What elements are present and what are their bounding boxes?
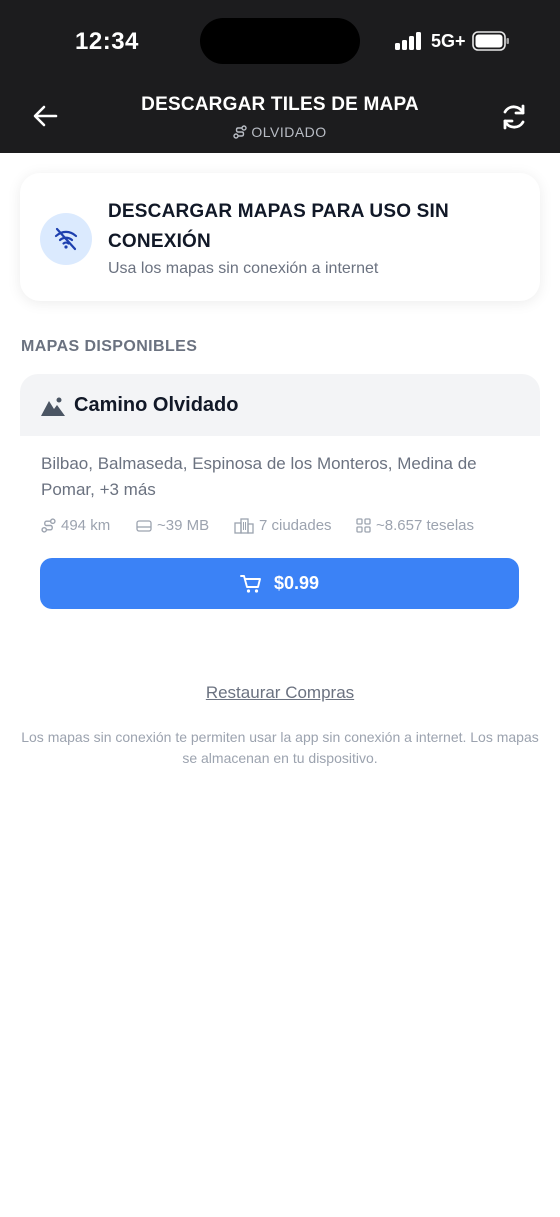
stat-size-label: ~39 MB xyxy=(157,517,210,534)
status-time: 12:34 xyxy=(75,28,139,55)
map-card: Camino Olvidado Bilbao, Balmaseda, Espin… xyxy=(20,374,540,614)
refresh-icon[interactable] xyxy=(498,101,530,133)
stat-tiles: ~8.657 teselas xyxy=(356,517,474,534)
info-card-title: DESCARGAR MAPAS PARA USO SIN CONEXIÓN xyxy=(108,201,449,252)
stat-distance-label: 494 km xyxy=(61,517,111,534)
mountain-icon xyxy=(41,397,65,416)
route-icon xyxy=(41,518,56,533)
page-subtitle: OLVIDADO xyxy=(100,124,460,140)
stat-cities: 7 ciudades xyxy=(234,517,332,534)
top-bar: 12:34 5G+ DESCARGAR TILES DE MAPA OLVIDA… xyxy=(0,0,560,153)
map-cities: Bilbao, Balmaseda, Espinosa de los Monte… xyxy=(41,454,477,499)
hard-drive-icon xyxy=(136,519,152,532)
page-title: DESCARGAR TILES DE MAPA xyxy=(141,94,419,115)
footnote: Los mapas sin conexión te permiten usar … xyxy=(21,729,539,766)
stat-tiles-label: ~8.657 teselas xyxy=(376,517,474,534)
wifi-off-icon xyxy=(54,227,78,251)
dynamic-island xyxy=(200,18,360,64)
status-bar: 12:34 5G+ xyxy=(0,0,560,84)
restore-purchases-link[interactable]: Restaurar Compras xyxy=(0,683,560,703)
buy-price: $0.99 xyxy=(273,573,320,593)
city-icon xyxy=(234,517,254,534)
tiles-icon xyxy=(356,518,371,533)
route-icon xyxy=(233,125,248,139)
offline-info-card: DESCARGAR MAPAS PARA USO SIN CONEXIÓN Us… xyxy=(20,173,540,301)
map-name: Camino Olvidado xyxy=(74,394,239,416)
info-card-subtitle: Usa los mapas sin conexión a internet xyxy=(108,260,379,277)
arrow-left-icon[interactable] xyxy=(30,101,60,131)
buy-button[interactable]: $0.99 xyxy=(40,558,519,609)
map-card-header: Camino Olvidado xyxy=(20,374,540,436)
signal-icon xyxy=(395,32,425,50)
cart-icon xyxy=(240,574,261,593)
stat-size: ~39 MB xyxy=(136,517,209,534)
stat-cities-label: 7 ciudades xyxy=(259,517,332,534)
battery-icon xyxy=(472,31,509,51)
network-label: 5G+ xyxy=(431,31,466,51)
subtitle-label: OLVIDADO xyxy=(251,124,327,140)
stat-distance: 494 km xyxy=(41,517,110,534)
section-label: MAPAS DISPONIBLES xyxy=(21,338,198,355)
restore-label[interactable]: Restaurar Compras xyxy=(206,683,354,702)
wifi-off-icon-wrapper xyxy=(40,213,92,265)
